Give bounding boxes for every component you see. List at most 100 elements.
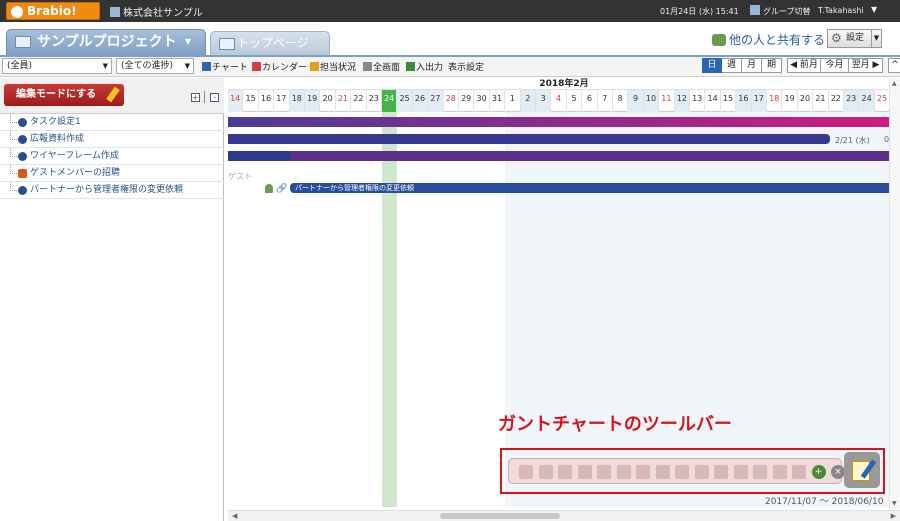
member-icon[interactable] — [753, 465, 767, 479]
settings-button[interactable]: ⚙ 設定 ▼ — [827, 29, 882, 48]
day-cell[interactable]: 19 — [305, 90, 321, 112]
day-cell[interactable]: 18 — [289, 90, 305, 112]
vertical-scrollbar[interactable]: ▲ ▼ — [889, 78, 900, 509]
edit-mode-button[interactable]: 編集モードにする — [4, 84, 124, 106]
scroll-down-icon[interactable]: ▼ — [892, 500, 897, 507]
day-cell[interactable]: 5 — [567, 90, 583, 112]
user-menu[interactable]: T.Takahashi — [818, 6, 864, 15]
share-link[interactable]: 他の人と共有する — [712, 31, 825, 48]
task-bar-1[interactable] — [228, 117, 900, 127]
day-cell[interactable]: 12 — [674, 90, 690, 112]
day-cell[interactable]: 18 — [767, 90, 783, 112]
day-cell[interactable]: 4 — [551, 90, 567, 112]
new-task-icon[interactable] — [519, 465, 533, 479]
copy-icon[interactable] — [538, 465, 553, 479]
day-cell[interactable]: 21 — [336, 90, 352, 112]
day-cell[interactable]: 20 — [320, 90, 336, 112]
day-cell[interactable]: 19 — [782, 90, 798, 112]
view-month-button[interactable]: 月 — [742, 58, 762, 73]
link-icon[interactable] — [714, 465, 728, 479]
day-cell[interactable]: 22 — [829, 90, 844, 112]
task-row[interactable]: ゲストメンバーの招聘 — [0, 165, 224, 182]
day-cell[interactable]: 11 — [659, 90, 675, 112]
screen-icon[interactable] — [577, 465, 592, 479]
day-cell[interactable]: 14 — [228, 90, 244, 112]
day-cell[interactable]: 24 — [859, 90, 875, 112]
next-month-button[interactable]: 翌月 ▶ — [849, 58, 883, 73]
member-group-icon[interactable] — [772, 465, 787, 479]
brabio-logo[interactable]: Brabio! — [6, 2, 100, 20]
day-cell[interactable]: 8 — [613, 90, 629, 112]
add-icon[interactable]: + — [811, 465, 826, 479]
horizontal-scrollbar[interactable]: ◀ ▶ — [228, 510, 900, 521]
task-row[interactable]: パートナーから管理者権限の変更依頼 — [0, 182, 224, 199]
day-cell[interactable]: 25 — [397, 90, 413, 112]
collapse-all-icon[interactable]: - — [210, 93, 219, 102]
scroll-left-icon[interactable]: ◀ — [232, 512, 237, 520]
group-switch-link[interactable]: グループ切替 — [750, 5, 811, 17]
day-cell[interactable]: 2 — [520, 90, 536, 112]
import-export-button[interactable]: 入出力 — [406, 60, 443, 73]
align-icon[interactable] — [655, 465, 670, 479]
day-cell[interactable]: 17 — [274, 90, 290, 112]
day-cell[interactable]: 30 — [474, 90, 490, 112]
task-row[interactable]: 広報資料作成 — [0, 131, 224, 148]
day-cell[interactable]: 26 — [412, 90, 429, 112]
task-bar-3[interactable] — [228, 151, 900, 161]
delete-icon[interactable]: × — [831, 465, 845, 479]
day-cell[interactable]: 16 — [259, 90, 275, 112]
member-filter-select[interactable]: (全員) ▼ — [2, 58, 112, 74]
view-week-button[interactable]: 週 — [722, 58, 742, 73]
task-bar-5[interactable]: パートナーから管理者権限の変更依頼 — [290, 183, 900, 193]
this-month-button[interactable]: 今月 — [821, 58, 849, 73]
scroll-thumb[interactable] — [440, 513, 560, 519]
tab-project[interactable]: サンプルプロジェクト ▼ — [6, 29, 206, 56]
calendar-view-tab[interactable]: カレンダー — [252, 60, 307, 73]
day-cell[interactable]: 20 — [798, 90, 814, 112]
task-bar-2[interactable] — [228, 134, 830, 144]
day-cell[interactable]: 17 — [751, 90, 767, 112]
day-cell[interactable]: 29 — [459, 90, 475, 112]
sort-icon[interactable] — [675, 465, 689, 479]
day-cell[interactable]: 27 — [428, 90, 444, 112]
day-cell[interactable]: 28 — [444, 90, 459, 112]
day-cell[interactable]: 23 — [844, 90, 860, 112]
task-row[interactable]: ワイヤーフレーム作成 — [0, 148, 224, 165]
outdent-icon[interactable] — [636, 465, 650, 479]
day-cell[interactable]: 31 — [490, 90, 506, 112]
fullscreen-button[interactable]: 全画面 — [363, 60, 400, 73]
assignment-view-tab[interactable]: 担当状況 — [310, 60, 356, 73]
day-cell[interactable]: 10 — [643, 90, 660, 112]
pencil-icon[interactable] — [694, 465, 709, 479]
chevron-down-icon[interactable]: ▼ — [185, 30, 191, 54]
day-cell[interactable]: 15 — [243, 90, 259, 112]
day-cell[interactable]: 22 — [351, 90, 367, 112]
tag-icon[interactable] — [792, 465, 806, 479]
day-cell[interactable]: 13 — [690, 90, 706, 112]
day-cell[interactable]: 25 — [875, 90, 891, 112]
day-cell[interactable]: 23 — [367, 90, 382, 112]
day-cell[interactable]: 7 — [598, 90, 613, 112]
indent-icon[interactable] — [616, 465, 631, 479]
prev-month-button[interactable]: ◀ 前月 — [787, 58, 821, 73]
edit-notepad-button[interactable] — [844, 452, 880, 488]
day-cell[interactable]: 16 — [736, 90, 752, 112]
chevron-down-icon[interactable]: ▼ — [871, 30, 881, 47]
day-cell[interactable]: 6 — [582, 90, 598, 112]
scroll-right-icon[interactable]: ▶ — [891, 512, 896, 520]
day-cell[interactable]: 3 — [536, 90, 552, 112]
view-day-button[interactable]: 日 — [702, 58, 722, 73]
card-icon[interactable] — [733, 465, 748, 479]
paste-icon[interactable] — [558, 465, 572, 479]
view-period-button[interactable]: 期 — [762, 58, 782, 73]
progress-filter-select[interactable]: (全ての進捗) ▼ — [116, 58, 194, 74]
day-cell[interactable]: 15 — [721, 90, 737, 112]
expand-all-icon[interactable]: + — [191, 93, 200, 102]
day-cell[interactable]: 1 — [505, 90, 521, 112]
day-cell[interactable]: 24 — [382, 90, 398, 112]
collapse-header-button[interactable]: ^ — [888, 58, 900, 73]
scroll-up-icon[interactable]: ▲ — [892, 80, 897, 87]
tab-top-page[interactable]: トップページ — [210, 31, 330, 56]
chart-view-tab[interactable]: チャート — [202, 60, 248, 73]
display-settings-button[interactable]: 表示設定 — [448, 60, 484, 73]
